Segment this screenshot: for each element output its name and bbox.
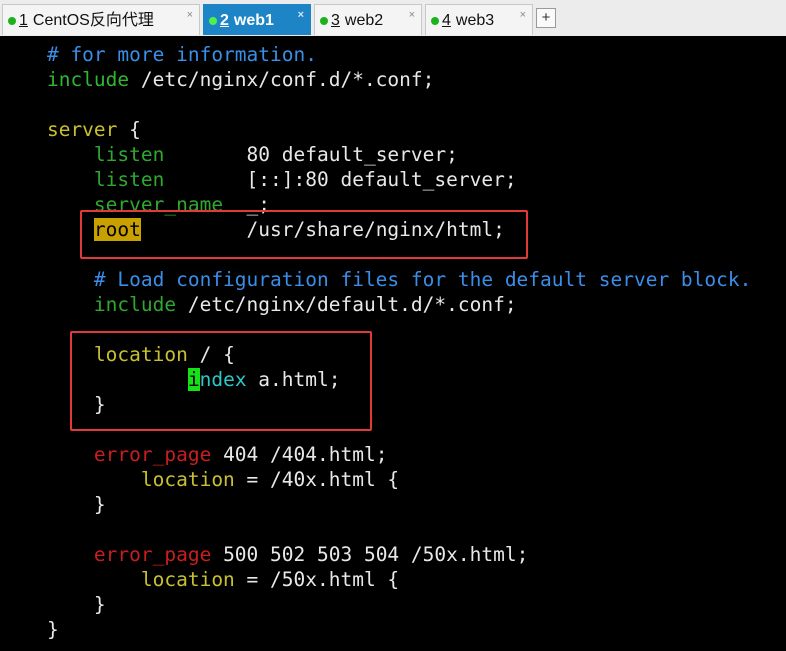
code-text: 80 default_server; xyxy=(164,143,458,166)
directive-error-page: error_page xyxy=(0,543,212,566)
directive-location: location xyxy=(0,468,235,491)
directive-listen: listen xyxy=(0,143,165,166)
status-dot-icon xyxy=(209,17,217,25)
highlight-box-location xyxy=(70,331,372,431)
code-text: 404 /404.html; xyxy=(211,443,388,466)
tab-number: 2 xyxy=(220,12,229,29)
status-dot-icon xyxy=(431,17,439,25)
status-dot-icon xyxy=(320,17,328,25)
highlight-box-root xyxy=(80,210,528,259)
add-tab-button[interactable]: + xyxy=(536,8,556,28)
code-line: } xyxy=(0,493,106,516)
code-text: = /50x.html { xyxy=(234,568,400,591)
tab-number: 1 xyxy=(19,12,28,29)
directive-include: include xyxy=(0,68,130,91)
code-line: server { xyxy=(0,117,141,142)
directive-error-page: error_page xyxy=(0,443,212,466)
code-text: 500 502 503 504 /50x.html; xyxy=(211,543,529,566)
close-tab-icon[interactable]: × xyxy=(187,0,193,31)
tab-web3[interactable]: 4 web3 × xyxy=(425,4,533,35)
tab-number: 3 xyxy=(331,12,340,29)
tab-bar: 1 CentOS反向代理 × 2 web1 × 3 web2 × 4 web3 × + xyxy=(0,0,786,37)
close-tab-icon[interactable]: × xyxy=(409,0,415,31)
code-line: # for more information. xyxy=(0,43,317,66)
directive-location: location xyxy=(0,568,235,591)
code-text: /etc/nginx/conf.d/*.conf; xyxy=(129,68,435,91)
directive-server: server xyxy=(0,118,118,141)
tab-label: CentOS反向代理 xyxy=(32,12,154,29)
code-line: listen [::]:80 default_server; xyxy=(0,167,517,192)
code-text: /etc/nginx/default.d/*.conf; xyxy=(176,293,517,316)
code-line: error_page 404 /404.html; xyxy=(0,442,388,467)
directive-listen: listen xyxy=(0,168,165,191)
code-line: location = /40x.html { xyxy=(0,467,399,492)
tab-centos-proxy[interactable]: 1 CentOS反向代理 × xyxy=(2,4,200,35)
tab-number: 4 xyxy=(442,12,451,29)
close-tab-icon[interactable]: × xyxy=(520,0,526,31)
directive-include: include xyxy=(0,293,177,316)
tab-web1[interactable]: 2 web1 × xyxy=(203,4,311,35)
tab-web2[interactable]: 3 web2 × xyxy=(314,4,422,35)
code-line: include /etc/nginx/conf.d/*.conf; xyxy=(0,67,434,92)
close-tab-icon[interactable]: × xyxy=(298,0,304,31)
code-line: } xyxy=(0,618,59,641)
code-text: { xyxy=(117,118,141,141)
status-dot-icon xyxy=(8,17,16,25)
tab-label: web1 xyxy=(233,12,274,29)
code-line: error_page 500 502 503 504 /50x.html; xyxy=(0,542,528,567)
tab-label: web2 xyxy=(344,12,384,29)
code-line: listen 80 default_server; xyxy=(0,142,458,167)
code-line: include /etc/nginx/default.d/*.conf; xyxy=(0,292,517,317)
code-line: location = /50x.html { xyxy=(0,567,399,592)
code-text: = /40x.html { xyxy=(234,468,400,491)
code-text: [::]:80 default_server; xyxy=(164,168,517,191)
tab-label: web3 xyxy=(455,12,495,29)
code-line: } xyxy=(0,593,106,616)
code-line: # Load configuration files for the defau… xyxy=(0,268,752,291)
